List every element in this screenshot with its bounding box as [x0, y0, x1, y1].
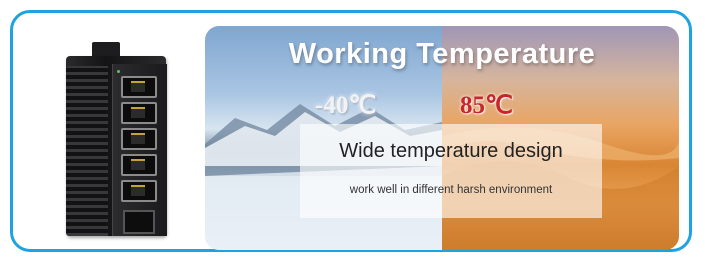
temperature-low: -40℃ [315, 92, 377, 119]
switch-body [66, 56, 167, 236]
industrial-switch-image [56, 42, 176, 242]
heat-sink-fins [66, 66, 108, 236]
info-panel: Wide temperature design work well in dif… [300, 124, 602, 218]
ethernet-port [121, 154, 157, 176]
banner-subline: work well in different harsh environment [349, 184, 553, 196]
status-led [117, 70, 120, 73]
banner-headline: Wide temperature design [339, 140, 563, 162]
banner-title: Working Temperature [288, 38, 596, 70]
sfp-port [123, 210, 155, 234]
ethernet-port [121, 180, 157, 202]
switch-front-panel [112, 64, 167, 236]
ethernet-port [121, 76, 157, 98]
ethernet-port [121, 128, 157, 150]
temperature-banner: Working Temperature -40℃ 85℃ Wide temper… [205, 26, 679, 250]
temperature-high: 85℃ [460, 92, 514, 119]
ethernet-port [121, 102, 157, 124]
